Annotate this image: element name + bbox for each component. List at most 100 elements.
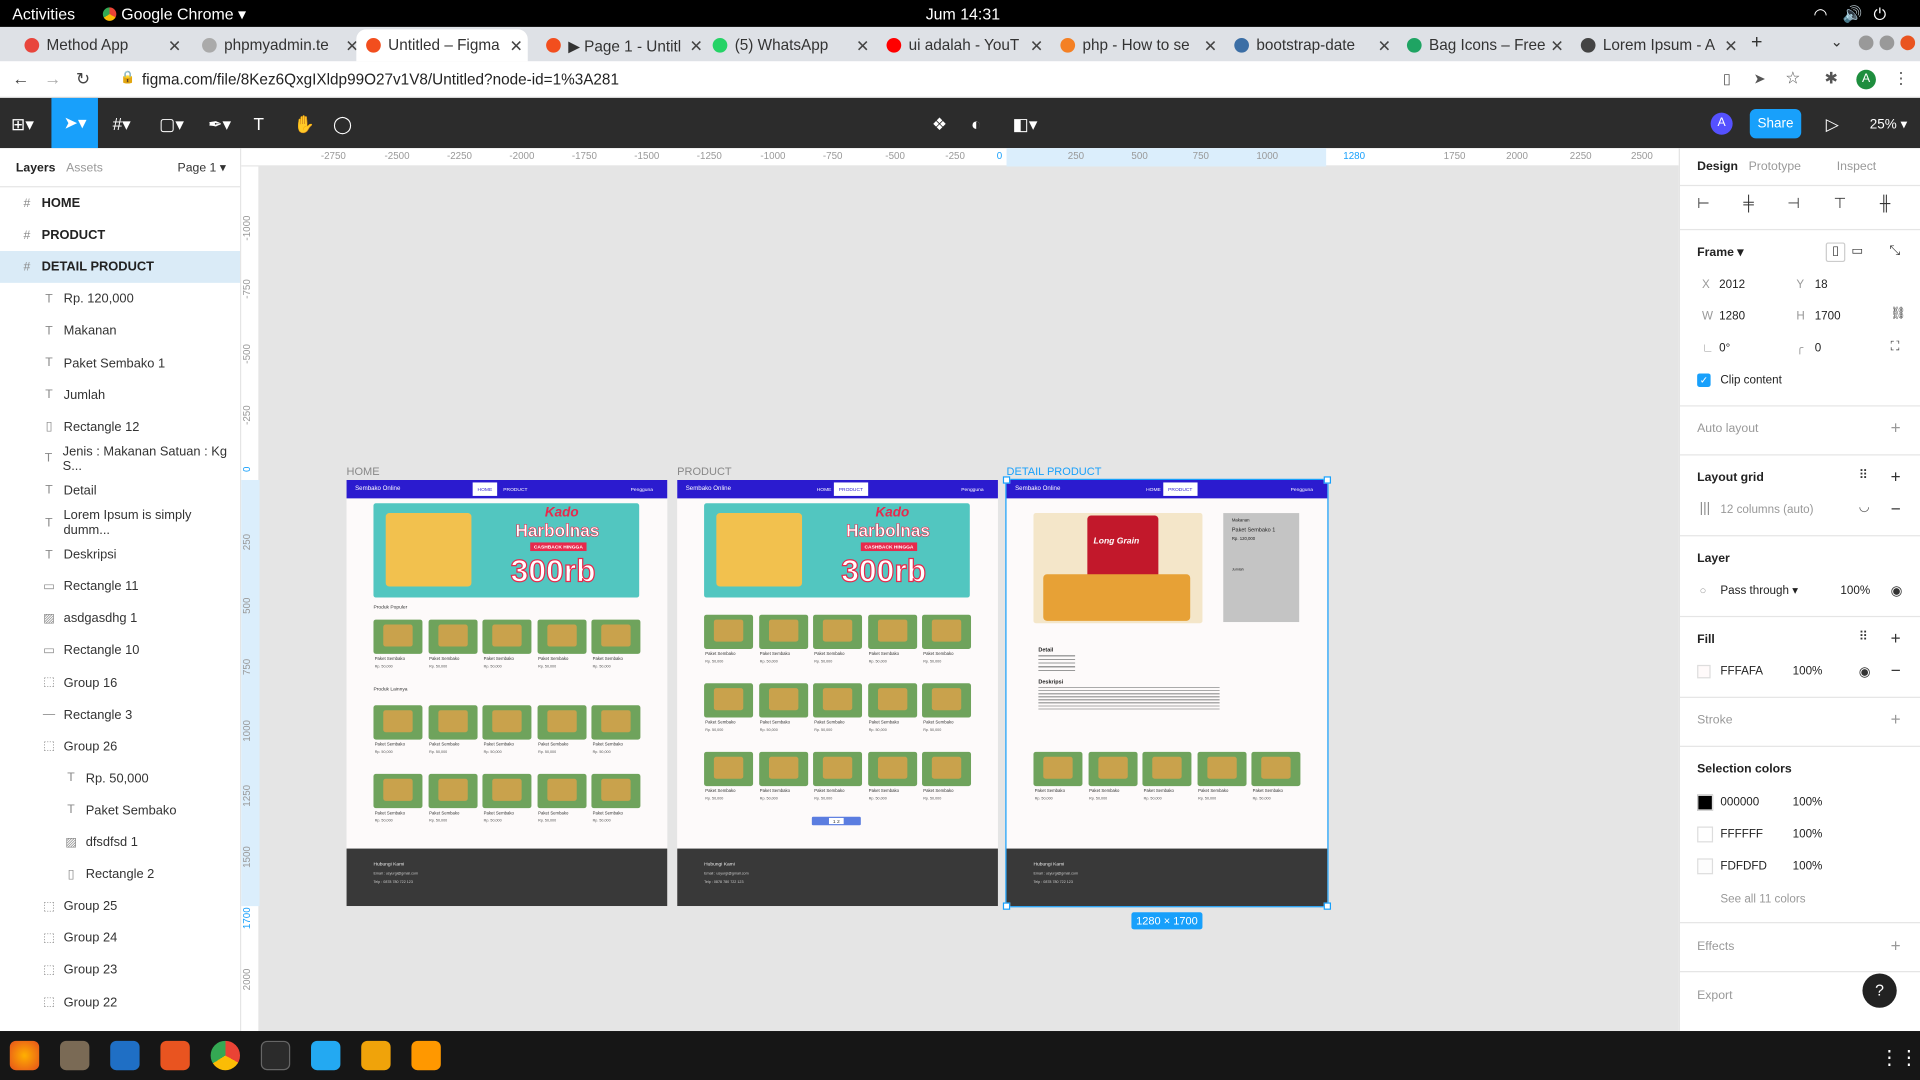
bookmark-star-icon[interactable]: ☆ (1785, 67, 1800, 88)
frame-label-detail[interactable]: DETAIL PRODUCT (1007, 465, 1102, 477)
fill-eye-icon[interactable]: ◉ (1859, 664, 1871, 680)
color-swatch[interactable] (1697, 794, 1714, 811)
assets-tab[interactable]: Assets (66, 162, 103, 175)
share-button[interactable]: Share (1749, 108, 1802, 139)
layer-item[interactable]: ⬚ Group 16 (0, 667, 240, 699)
resize-handle[interactable] (1323, 902, 1332, 910)
tab-2[interactable]: phpmyadmin.te ✕ (192, 29, 363, 61)
present-icon[interactable]: ▷ (1826, 114, 1839, 135)
close-tab-icon[interactable]: ✕ (510, 37, 523, 57)
layer-item[interactable]: T Detail (0, 475, 240, 507)
rotation-input[interactable]: 0° (1719, 342, 1730, 355)
see-all-colors-link[interactable]: See all 11 colors (1720, 893, 1805, 906)
tab-6[interactable]: ui adalah - YouT ✕ (877, 29, 1048, 61)
add-auto-layout-button[interactable]: + (1891, 418, 1901, 438)
tab-prototype[interactable]: Prototype (1749, 160, 1801, 173)
close-tab-icon[interactable]: ✕ (1378, 37, 1391, 57)
blend-mode-select[interactable]: Pass through ▾ (1720, 584, 1798, 597)
tab-1[interactable]: Method App ✕ (15, 29, 186, 61)
address-input[interactable]: figma.com/file/8Kez6QxgIXldp99O27v1V8/Un… (113, 66, 1705, 93)
profile-avatar[interactable]: A (1856, 69, 1876, 90)
writer-icon[interactable] (110, 1040, 140, 1071)
fill-styles-icon[interactable]: ⠿ (1859, 631, 1868, 644)
tab-5[interactable]: (5) WhatsApp ✕ (703, 29, 874, 61)
color-swatch[interactable] (1697, 858, 1714, 875)
color-opacity[interactable]: 100% (1793, 796, 1823, 809)
pen-tool-icon[interactable]: ✒▾ (208, 114, 231, 135)
volume-icon[interactable]: 🔊 (1843, 5, 1863, 25)
chrome-menu-icon[interactable]: ⋮ (1893, 69, 1909, 89)
send-icon[interactable]: ➤ (1753, 70, 1765, 87)
tab-9[interactable]: Bag Icons – Free ✕ (1397, 29, 1568, 61)
layer-opacity[interactable]: 100% (1840, 584, 1870, 597)
terminal-icon[interactable] (260, 1040, 291, 1071)
vscode-icon[interactable] (311, 1040, 341, 1071)
power-icon[interactable]: ⏻ (1873, 5, 1886, 25)
remove-fill-button[interactable]: − (1891, 660, 1901, 680)
software-icon[interactable] (160, 1040, 190, 1071)
extensions-icon[interactable]: ✱ (1824, 69, 1837, 89)
eye-closed-icon[interactable]: ◡ (1859, 501, 1870, 514)
layer-item[interactable]: T Makanan (0, 315, 240, 347)
page-selector[interactable]: Page 1 ▾ (178, 162, 226, 175)
resize-handle[interactable] (1002, 476, 1011, 484)
layer-item[interactable]: T Rp. 120,000 (0, 283, 240, 315)
portrait-icon[interactable]: ▯ (1825, 242, 1846, 263)
layer-item[interactable]: T Lorem Ipsum is simply dumm... (0, 507, 240, 539)
figma-menu-icon[interactable]: ⊞▾ (11, 114, 34, 135)
add-stroke-button[interactable]: + (1891, 709, 1901, 729)
zoom-level[interactable]: 25% ▾ (1870, 116, 1907, 133)
tab-10[interactable]: Lorem Ipsum - A ✕ (1571, 29, 1742, 61)
height-input[interactable]: 1700 (1815, 310, 1841, 323)
resize-handle[interactable] (1323, 476, 1332, 484)
forward-icon[interactable]: → (44, 69, 61, 89)
component-icon[interactable]: ❖ (932, 114, 947, 135)
tab-7[interactable]: php - How to se ✕ (1051, 29, 1222, 61)
grid-value[interactable]: 12 columns (auto) (1720, 503, 1813, 516)
maximize-button[interactable] (1879, 35, 1895, 51)
comment-tool-icon[interactable]: ◯ (333, 114, 352, 135)
layer-item[interactable]: — Rectangle 3 (0, 699, 240, 731)
files-icon[interactable] (60, 1040, 90, 1071)
resize-handle[interactable] (1002, 902, 1011, 910)
layer-item[interactable]: ⬚ Group 25 (0, 890, 240, 922)
layer-item[interactable]: # DETAIL PRODUCT (0, 251, 240, 284)
help-button[interactable]: ? (1862, 973, 1897, 1008)
layers-tab[interactable]: Layers (16, 162, 55, 175)
reload-icon[interactable]: ↻ (76, 69, 90, 90)
hand-tool-icon[interactable]: ✋ (294, 114, 315, 135)
add-grid-button[interactable]: + (1891, 467, 1901, 487)
new-tab-button[interactable]: + (1751, 32, 1762, 54)
layer-item[interactable]: T Deskripsi (0, 539, 240, 571)
close-tab-icon[interactable]: ✕ (856, 37, 869, 57)
frame-detail-product[interactable]: Sembako Online HOME PRODUCT Pengguna Lon… (1005, 478, 1329, 908)
tab-search-icon[interactable]: ⌄ (1831, 33, 1843, 50)
close-tab-icon[interactable]: ✕ (168, 37, 181, 57)
color-hex[interactable]: 000000 (1720, 796, 1759, 809)
layer-item[interactable]: T Paket Sembako (0, 795, 240, 827)
color-hex[interactable]: FDFDFD (1720, 860, 1767, 873)
layer-item[interactable]: T Rp. 50,000 (0, 763, 240, 795)
frame-label-home[interactable]: HOME (347, 465, 380, 477)
layer-item[interactable]: ▭ Rectangle 11 (0, 571, 240, 603)
fill-opacity[interactable]: 100% (1793, 665, 1823, 678)
color-opacity[interactable]: 100% (1793, 860, 1823, 873)
close-tab-icon[interactable]: ✕ (1204, 37, 1217, 57)
layer-item[interactable]: ⬚ Group 24 (0, 922, 240, 954)
tab-3[interactable]: Untitled – Figma ✕ (356, 29, 528, 62)
xampp-icon[interactable] (361, 1040, 391, 1071)
color-opacity[interactable]: 100% (1793, 828, 1823, 841)
close-tab-icon[interactable]: ✕ (690, 37, 703, 57)
layer-item[interactable]: T Jumlah (0, 379, 240, 411)
layer-item[interactable]: ⬚ Group 26 (0, 731, 240, 763)
tab-8[interactable]: bootstrap-date ✕ (1224, 29, 1395, 61)
close-tab-icon[interactable]: ✕ (1724, 37, 1737, 57)
firefox-icon[interactable] (9, 1040, 40, 1071)
eye-icon[interactable]: ◉ (1891, 583, 1903, 599)
constrain-icon[interactable]: ⛓ (1891, 307, 1907, 320)
minimize-button[interactable] (1858, 35, 1874, 51)
page-icon[interactable]: ▯ (1723, 70, 1731, 87)
layer-item[interactable]: ▭ Rectangle 10 (0, 635, 240, 667)
add-effect-button[interactable]: + (1891, 936, 1901, 956)
layer-item[interactable]: T Jenis : Makanan Satuan : Kg S... (0, 443, 240, 475)
